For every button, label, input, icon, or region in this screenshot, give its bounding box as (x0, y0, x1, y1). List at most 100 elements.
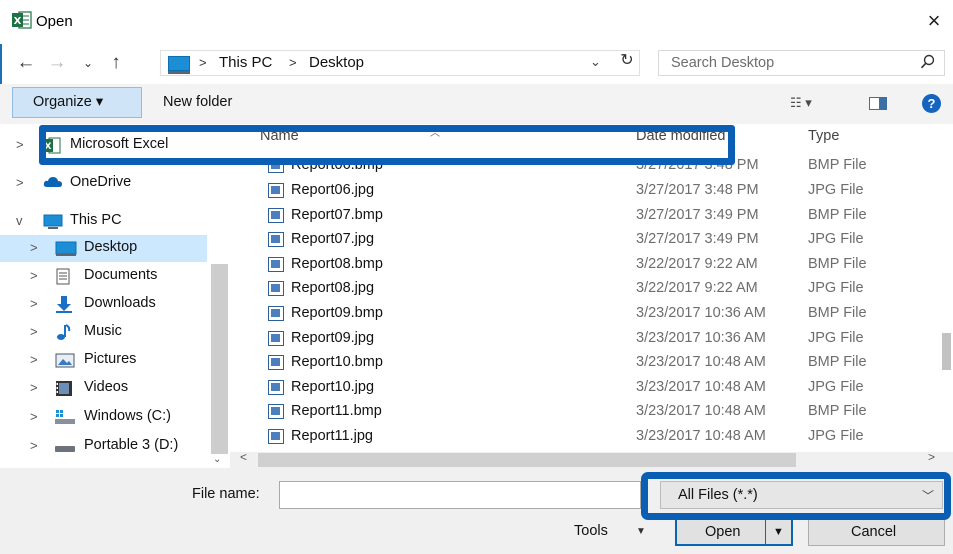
forward-arrow-icon[interactable]: → (45, 51, 69, 75)
expand-chevron-icon[interactable]: > (30, 324, 38, 339)
file-row[interactable]: Report06.bmp 3/27/2017 3:48 PM BMP File (230, 154, 930, 178)
close-button[interactable]: × (921, 8, 947, 34)
file-row[interactable]: Report10.bmp 3/23/2017 10:48 AM BMP File (230, 351, 930, 375)
scroll-down-arrow-icon[interactable]: ⌄ (213, 454, 221, 465)
expand-chevron-icon[interactable]: > (30, 352, 38, 367)
window-title: Open (36, 13, 73, 30)
nav-item-label: Windows (C:) (84, 408, 172, 424)
breadcrumb-this-pc[interactable]: This PC (219, 54, 272, 71)
open-button[interactable]: Open ▼ (675, 518, 793, 546)
file-row[interactable]: Report07.jpg 3/27/2017 3:49 PM JPG File (230, 228, 930, 252)
tools-dropdown-icon[interactable]: ▼ (636, 526, 646, 537)
search-input[interactable]: Search Desktop (658, 50, 945, 76)
file-name: Report11.bmp (291, 403, 382, 419)
file-name: Report09.jpg (291, 330, 375, 346)
file-row[interactable]: Report08.bmp 3/22/2017 9:22 AM BMP File (230, 253, 930, 277)
excel-icon: X (12, 11, 32, 29)
file-row[interactable]: Report11.bmp 3/23/2017 10:48 AM BMP File (230, 400, 930, 424)
file-type: BMP File (808, 403, 867, 419)
nav-item-downloads[interactable]: > Downloads (0, 291, 207, 318)
file-type-filter-select[interactable]: All Files (*.*) ﹀ (660, 481, 943, 509)
scroll-left-arrow-icon[interactable]: < (240, 450, 247, 464)
breadcrumb-separator: > (289, 55, 297, 70)
scroll-right-arrow-icon[interactable]: > (928, 450, 935, 464)
cancel-button[interactable]: Cancel (808, 518, 945, 546)
expand-chevron-icon[interactable]: > (30, 240, 38, 255)
file-type: BMP File (808, 157, 867, 173)
expand-chevron-icon[interactable]: > (16, 175, 24, 190)
expand-chevron-icon[interactable]: > (30, 380, 38, 395)
file-name: Report11.jpg (291, 428, 373, 444)
nav-item-windows-c[interactable]: > Windows (C:) (0, 404, 207, 431)
image-file-icon (268, 306, 284, 321)
file-row[interactable]: Report08.jpg 3/22/2017 9:22 AM JPG File (230, 277, 930, 301)
file-date: 3/27/2017 3:48 PM (636, 157, 759, 173)
organize-label: Organize ▾ (33, 94, 104, 110)
expand-chevron-icon[interactable]: > (30, 409, 38, 424)
music-icon (55, 324, 75, 341)
file-date: 3/23/2017 10:36 AM (636, 305, 766, 321)
file-type: JPG File (808, 379, 864, 395)
excel-icon: X (43, 137, 63, 154)
help-icon[interactable]: ? (922, 94, 941, 113)
breadcrumb-desktop[interactable]: Desktop (309, 54, 364, 71)
file-date: 3/23/2017 10:48 AM (636, 403, 766, 419)
file-date: 3/27/2017 3:49 PM (636, 207, 759, 223)
nav-item-onedrive[interactable]: > OneDrive (0, 170, 207, 197)
nav-item-desktop[interactable]: > Desktop (0, 235, 207, 262)
file-row[interactable]: Report11.jpg 3/23/2017 10:48 AM JPG File (230, 425, 930, 449)
nav-item-this-pc[interactable]: v This PC (0, 208, 207, 235)
change-view-icon[interactable]: ☷ ▾ (790, 95, 830, 113)
nav-item-label: Downloads (84, 295, 156, 311)
file-date: 3/23/2017 10:36 AM (636, 330, 766, 346)
refresh-icon[interactable]: ↻ (617, 50, 637, 70)
open-split-dropdown-icon[interactable]: ▼ (765, 520, 791, 544)
up-arrow-icon[interactable]: ↑ (104, 51, 128, 75)
recent-locations-chevron-icon[interactable]: ⌄ (76, 51, 100, 75)
expand-chevron-icon[interactable]: > (30, 296, 38, 311)
new-folder-button[interactable]: New folder (163, 94, 232, 110)
file-name-input[interactable] (279, 481, 641, 509)
nav-item-music[interactable]: > Music (0, 319, 207, 346)
chevron-down-icon: ﹀ (921, 489, 934, 503)
file-name-label: File name: (192, 486, 260, 502)
open-button-label: Open (705, 524, 741, 540)
file-date: 3/27/2017 3:48 PM (636, 182, 759, 198)
nav-item-label: Microsoft Excel (70, 136, 169, 152)
expand-chevron-icon[interactable]: > (30, 268, 38, 283)
column-header-type[interactable]: Type (808, 128, 839, 144)
file-date: 3/23/2017 10:48 AM (636, 428, 766, 444)
address-bar[interactable]: > This PC > Desktop (160, 50, 640, 76)
horizontal-scrollbar-thumb[interactable] (258, 453, 796, 467)
dialog-footer: File name: All Files (*.*) ﹀ Tools ▼ Ope… (0, 468, 953, 554)
image-file-icon (268, 355, 284, 370)
organize-button[interactable]: Organize ▾ (12, 87, 142, 118)
expand-chevron-icon[interactable]: > (30, 438, 38, 453)
file-row[interactable]: Report07.bmp 3/27/2017 3:49 PM BMP File (230, 204, 930, 228)
address-dropdown-chevron-icon[interactable]: ⌄ (590, 54, 601, 70)
file-row[interactable]: Report09.jpg 3/23/2017 10:36 AM JPG File (230, 327, 930, 351)
nav-item-documents[interactable]: > Documents (0, 263, 207, 290)
file-list-scrollbar[interactable] (938, 124, 953, 454)
image-file-icon (268, 183, 284, 198)
expand-chevron-icon[interactable]: > (16, 137, 24, 152)
back-arrow-icon[interactable]: ← (14, 51, 38, 75)
nav-scrollbar-thumb[interactable] (211, 264, 228, 454)
nav-item-videos[interactable]: > Videos (0, 375, 207, 402)
image-file-icon (268, 429, 284, 444)
file-name: Report10.jpg (291, 379, 375, 395)
column-header-name[interactable]: Name (260, 128, 299, 144)
file-row[interactable]: Report09.bmp 3/23/2017 10:36 AM BMP File (230, 302, 930, 326)
file-list-scrollbar-thumb[interactable] (942, 333, 951, 370)
column-header-date-modified[interactable]: Date modified (636, 128, 725, 144)
nav-item-microsoft-excel[interactable]: > X Microsoft Excel (0, 132, 207, 159)
file-date: 3/27/2017 3:49 PM (636, 231, 759, 247)
file-row[interactable]: Report06.jpg 3/27/2017 3:48 PM JPG File (230, 179, 930, 203)
file-row[interactable]: Report10.jpg 3/23/2017 10:48 AM JPG File (230, 376, 930, 400)
this-pc-icon (43, 213, 63, 230)
preview-pane-icon[interactable] (869, 97, 887, 110)
tools-button[interactable]: Tools (574, 523, 608, 539)
nav-item-portable-d[interactable]: > Portable 3 (D:) (0, 433, 207, 460)
collapse-chevron-icon[interactable]: v (16, 213, 23, 228)
nav-item-pictures[interactable]: > Pictures (0, 347, 207, 374)
